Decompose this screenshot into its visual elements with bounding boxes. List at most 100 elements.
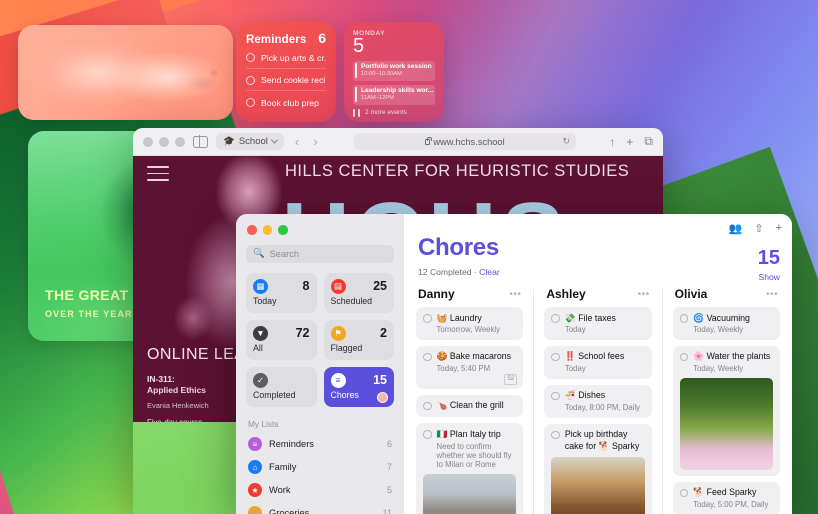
share-people-icon[interactable]: 👥	[729, 222, 743, 235]
search-placeholder: Search	[269, 248, 300, 259]
task-item[interactable]: 🇮🇹 Plan Italy trip Need to confirm wheth…	[416, 423, 524, 514]
column-menu-icon[interactable]: •••	[766, 289, 778, 300]
checkbox-icon[interactable]	[246, 98, 255, 107]
sidebar-toggle-icon[interactable]	[193, 135, 208, 148]
event-color-bar	[355, 63, 357, 79]
share-icon[interactable]: ⇧	[754, 222, 763, 235]
checkbox-icon[interactable]	[246, 53, 255, 62]
smart-list-flagged[interactable]: ⚑ 2 Flagged	[323, 319, 394, 360]
add-icon[interactable]: +	[776, 222, 782, 235]
list-item-reminders[interactable]: ≡ Reminders 6	[246, 433, 394, 456]
checkbox-icon[interactable]	[679, 352, 689, 362]
window-traffic-lights[interactable]	[143, 136, 185, 147]
task-item[interactable]: 💸 File taxes Today	[544, 307, 652, 340]
checkbox-icon[interactable]	[423, 430, 432, 439]
smart-list-label: Today	[253, 295, 277, 306]
list-item-groceries[interactable]: 🛒 Groceries 11	[246, 502, 394, 514]
smart-list-scheduled[interactable]: ▤ 25 Scheduled	[323, 272, 394, 313]
checkbox-icon[interactable]	[423, 314, 432, 323]
task-subtitle: Today, 5:00 PM, Daily	[693, 500, 769, 510]
calendar-widget-event[interactable]: Portfolio work session 10:00–10:30AM	[353, 61, 435, 81]
maximize-window-button[interactable]	[278, 225, 288, 235]
maximize-window-button[interactable]	[175, 136, 185, 147]
task-item[interactable]: 🍜 Dishes Today, 8:00 PM, Daily	[544, 384, 652, 418]
calendar-widget[interactable]: MONDAY 5 Portfolio work session 10:00–10…	[344, 22, 444, 122]
calendar-widget-event[interactable]: Leadership skills wor... 11AM–12PM	[353, 84, 435, 105]
forward-button[interactable]: ›	[310, 135, 320, 148]
menu-icon[interactable]	[147, 166, 169, 186]
new-tab-icon[interactable]: +	[626, 135, 633, 149]
clear-button[interactable]: Clear	[479, 267, 500, 277]
home-icon: ⌂	[248, 460, 262, 474]
column-menu-icon[interactable]: •••	[638, 289, 650, 300]
task-subtitle: Today, 5:40 PM	[436, 364, 491, 374]
completed-count: 12 Completed	[418, 267, 472, 277]
smart-list-completed[interactable]: ✓ Completed	[246, 366, 317, 407]
task-item[interactable]: 🍗 Clean the grill	[416, 394, 524, 418]
task-image-dog[interactable]	[551, 457, 645, 514]
back-button[interactable]: ‹	[292, 135, 302, 148]
smart-list-count: 15	[373, 373, 387, 387]
search-input[interactable]: 🔍 Search	[246, 244, 394, 263]
checkbox-icon[interactable]	[551, 352, 560, 362]
task-item[interactable]: 🧺 Laundry Tomorrow, Weekly	[416, 307, 524, 340]
tab-group-label: School	[238, 136, 268, 147]
show-tabs-icon[interactable]: ⧉	[644, 134, 653, 149]
close-window-button[interactable]	[247, 225, 257, 235]
list-item-work[interactable]: ★ Work 5	[246, 479, 394, 502]
smart-list-label: Completed	[253, 389, 296, 400]
task-attachment-badge[interactable]: 52	[504, 373, 518, 385]
task-emoji-icon: 🍗	[436, 400, 448, 411]
checkbox-icon[interactable]	[423, 352, 432, 362]
show-button[interactable]: Show	[759, 272, 781, 282]
calendar-widget-more-events[interactable]: 2 more events	[353, 108, 435, 117]
checkbox-icon[interactable]	[679, 314, 689, 323]
column-header: Olivia •••	[673, 287, 780, 307]
task-item[interactable]: 🐕 Feed Sparky Today, 5:00 PM, Daily	[672, 481, 780, 514]
search-icon: 🔍	[253, 248, 265, 258]
checkbox-icon[interactable]	[423, 401, 432, 411]
list-icon: ≡	[248, 437, 262, 451]
task-item[interactable]: 🍪 Bake macarons Today, 5:40 PM 52	[416, 345, 524, 389]
task-item[interactable]: 🌸 Water the plants Today, Weekly	[672, 345, 780, 476]
task-title: Pick up birthday cake for 🐕 Sparky	[564, 429, 640, 451]
address-bar[interactable]: www.hchs.school ↻	[354, 133, 576, 150]
checkbox-icon[interactable]	[551, 430, 560, 440]
reminders-widget-item[interactable]: Pick up arts & cr...	[246, 46, 326, 69]
checkbox-icon[interactable]	[679, 488, 689, 498]
task-subtitle: Today, Weekly	[693, 325, 744, 335]
window-traffic-lights[interactable]	[246, 223, 394, 245]
share-icon[interactable]: ↑	[609, 135, 615, 149]
tab-group-button[interactable]: 🎓 School	[216, 133, 284, 150]
event-time: 10:00–10:30AM	[361, 71, 402, 78]
checkbox-icon[interactable]	[551, 314, 560, 323]
minimize-window-button[interactable]	[159, 136, 169, 147]
smart-list-chores[interactable]: ≡ 15 Chores	[323, 366, 394, 407]
task-item[interactable]: Pick up birthday cake for 🐕 Sparky	[544, 423, 652, 514]
task-image-italy[interactable]	[423, 473, 517, 514]
column-menu-icon[interactable]: •••	[509, 289, 521, 300]
reminders-window[interactable]: 🔍 Search ▦ 8 Today ▤ 25 Scheduled ▼ 72 A…	[236, 214, 792, 514]
reminders-widget-item[interactable]: Send cookie reci...	[246, 69, 326, 91]
event-title: Portfolio work session	[361, 63, 432, 70]
smart-list-today[interactable]: ▦ 8 Today	[246, 272, 317, 313]
minimize-window-button[interactable]	[262, 225, 272, 235]
checkbox-icon[interactable]	[246, 75, 255, 85]
reminders-widget-item-label: Send cookie reci...	[261, 75, 326, 85]
task-item[interactable]: 🌀 Vacuuming Today, Weekly	[672, 307, 780, 340]
list-item-family[interactable]: ⌂ Family 7	[246, 456, 394, 479]
task-image-flower[interactable]	[679, 378, 773, 471]
reload-icon[interactable]: ↻	[562, 136, 570, 147]
task-emoji-icon: 🍜	[564, 390, 576, 401]
reminders-widget-item[interactable]: Book club prep	[246, 91, 326, 113]
column-olivia: Olivia ••• 🌀 Vacuuming Today, Weekly 🌸 W…	[672, 287, 780, 514]
checkbox-icon[interactable]	[551, 391, 560, 401]
close-window-button[interactable]	[143, 136, 153, 147]
reminders-widget[interactable]: Reminders 6 Pick up arts & cr... Send co…	[236, 22, 336, 122]
reminders-widget-item-label: Book club prep	[261, 97, 319, 108]
task-item[interactable]: ‼️ School fees Today	[544, 345, 652, 379]
photos-widget[interactable]	[18, 25, 233, 120]
task-title: 🍗 Clean the grill	[436, 400, 504, 411]
reminders-sidebar: 🔍 Search ▦ 8 Today ▤ 25 Scheduled ▼ 72 A…	[236, 214, 404, 514]
smart-list-all[interactable]: ▼ 72 All	[246, 319, 317, 360]
